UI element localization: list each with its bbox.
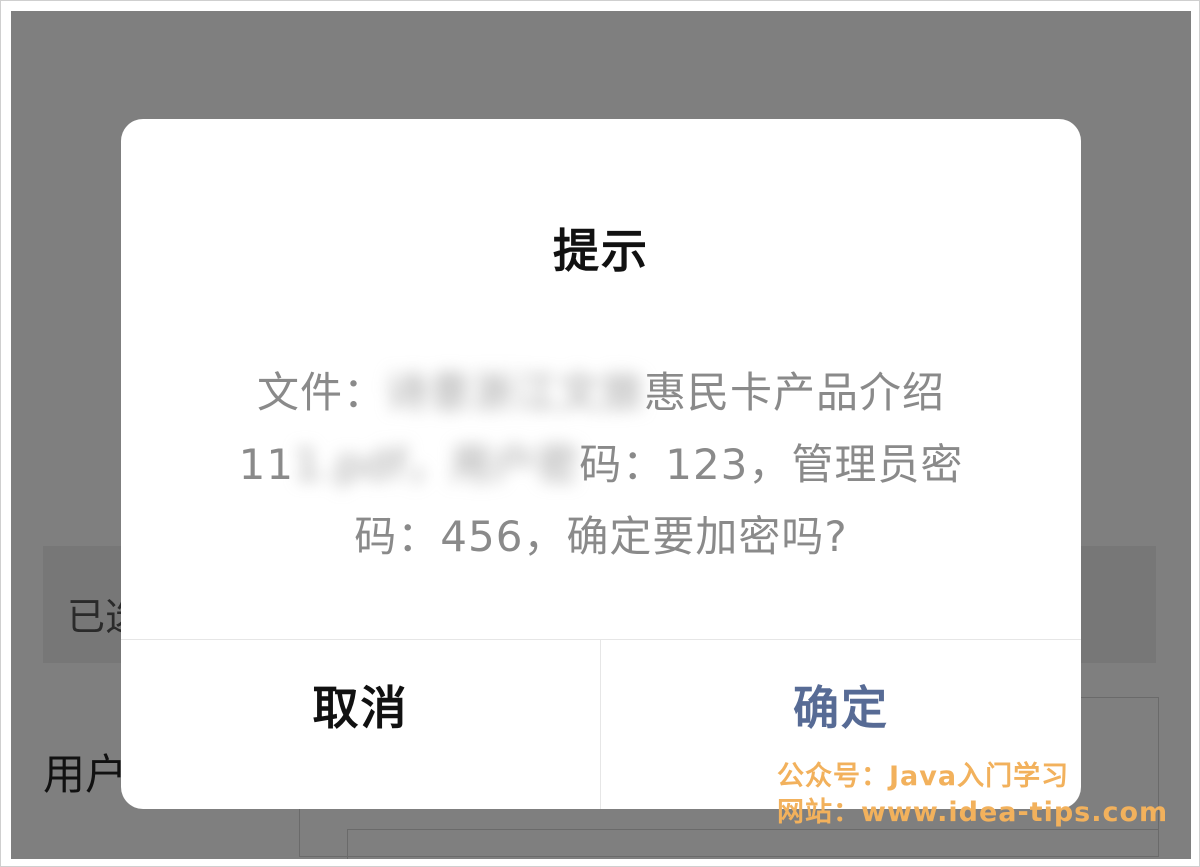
watermark-line-1: 公众号：Java入门学习 bbox=[777, 761, 1070, 792]
dimmed-overlay: 已选 用户 提示 文件：诗意浙江文旅惠民卡产品介绍 111.pdf，用户密码：1… bbox=[11, 11, 1191, 859]
message-redacted-2: 1.pdf，用户密 bbox=[294, 440, 580, 489]
input-inner-border bbox=[347, 829, 1159, 859]
message-redacted-1: 诗意浙江文旅 bbox=[385, 368, 644, 417]
watermark-line-2: 网站：www.idea-tips.com bbox=[777, 797, 1169, 828]
screenshot-frame: 已选 用户 提示 文件：诗意浙江文旅惠民卡产品介绍 111.pdf，用户密码：1… bbox=[0, 0, 1200, 867]
watermark: 公众号：Java入门学习 网站：www.idea-tips.com bbox=[777, 759, 1168, 831]
message-text-1: 文件： bbox=[256, 368, 386, 417]
cancel-button[interactable]: 取消 bbox=[121, 640, 600, 809]
dialog-title: 提示 bbox=[553, 224, 649, 278]
confirm-dialog: 提示 文件：诗意浙江文旅惠民卡产品介绍 111.pdf，用户密码：123，管理员… bbox=[121, 119, 1081, 809]
user-password-label: 用户 bbox=[43, 750, 128, 799]
dialog-message: 文件：诗意浙江文旅惠民卡产品介绍 111.pdf，用户密码：123，管理员密码：… bbox=[201, 357, 1001, 573]
